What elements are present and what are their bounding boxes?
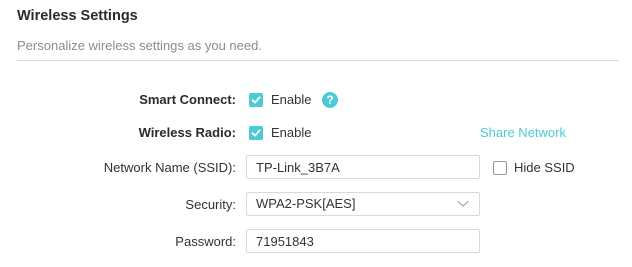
network-name-label: Network Name (SSID): bbox=[103, 160, 236, 175]
wireless-radio-enable-label: Enable bbox=[271, 125, 312, 140]
wireless-settings-panel: Wireless Settings Personalize wireless s… bbox=[0, 0, 632, 267]
help-icon[interactable]: ? bbox=[322, 92, 338, 108]
section-subtitle: Personalize wireless settings as you nee… bbox=[17, 38, 262, 53]
hide-ssid-label: Hide SSID bbox=[514, 160, 575, 175]
security-selected-value: WPA2-PSK[AES] bbox=[256, 196, 356, 211]
ssid-input[interactable] bbox=[246, 155, 480, 179]
check-icon bbox=[251, 96, 261, 104]
wireless-radio-label: Wireless Radio: bbox=[138, 125, 236, 140]
smart-connect-enable-label: Enable bbox=[271, 92, 312, 107]
wireless-radio-checkbox[interactable] bbox=[249, 126, 263, 140]
chevron-down-icon bbox=[457, 200, 469, 207]
security-select[interactable]: WPA2-PSK[AES] bbox=[246, 192, 480, 216]
password-label: Password: bbox=[175, 234, 236, 249]
share-network-link[interactable]: Share Network bbox=[480, 125, 566, 140]
check-icon bbox=[251, 129, 261, 137]
section-title: Wireless Settings bbox=[17, 8, 138, 24]
password-input[interactable] bbox=[246, 229, 480, 253]
smart-connect-label: Smart Connect: bbox=[139, 92, 236, 107]
hide-ssid-checkbox[interactable] bbox=[493, 161, 507, 175]
smart-connect-checkbox[interactable] bbox=[249, 93, 263, 107]
section-divider bbox=[17, 60, 619, 61]
security-label: Security: bbox=[185, 197, 236, 212]
